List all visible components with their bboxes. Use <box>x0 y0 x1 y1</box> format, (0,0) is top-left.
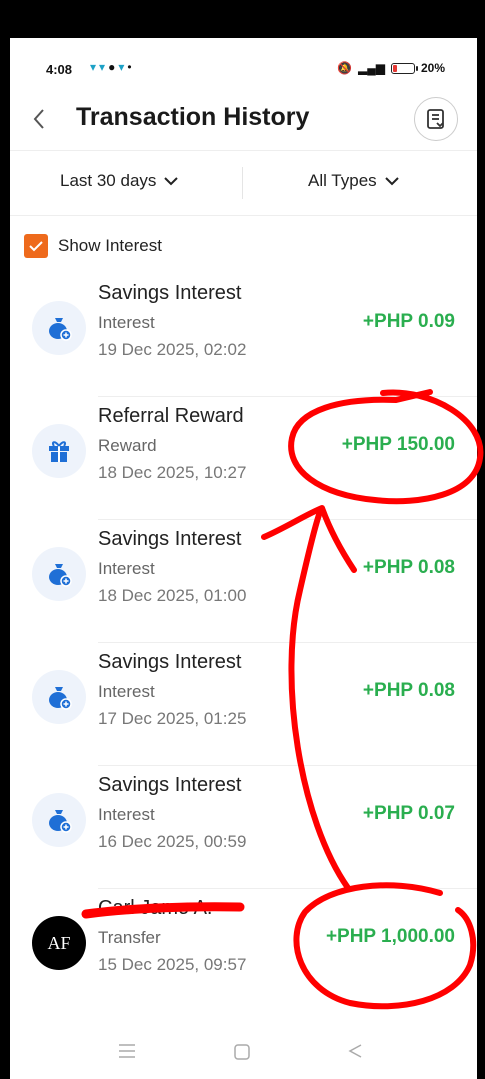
filter-divider <box>242 167 243 199</box>
page-title: Transaction History <box>76 103 310 131</box>
filter-bar: Last 30 days All Types <box>10 150 477 216</box>
chevron-left-icon <box>33 109 44 129</box>
transaction-date: 16 Dec 2025, 00:59 <box>98 832 247 851</box>
transaction-row[interactable]: Savings Interest Interest 19 Dec 2025, 0… <box>10 274 477 397</box>
chevron-down-icon <box>384 177 399 186</box>
transaction-list: Savings Interest Interest 19 Dec 2025, 0… <box>10 274 477 1012</box>
transaction-row[interactable]: AF Carl Jamo A. Transfer 15 Dec 2025, 09… <box>10 889 477 1012</box>
status-right: 🔕 ▂▄▆ 20% <box>337 61 445 75</box>
transaction-type: Reward <box>98 436 157 455</box>
transaction-type: Transfer <box>98 928 161 947</box>
savings-jar-icon <box>32 301 86 355</box>
transaction-name: Savings Interest <box>98 528 242 550</box>
transaction-row[interactable]: Referral Reward Reward 18 Dec 2025, 10:2… <box>10 397 477 520</box>
transaction-name: Savings Interest <box>98 774 242 796</box>
transaction-type: Interest <box>98 559 155 578</box>
transaction-name: Carl Jamo A. <box>98 897 213 919</box>
show-interest-label: Show Interest <box>58 236 162 255</box>
transaction-amount: +PHP 1,000.00 <box>325 926 455 947</box>
battery-percent: 20% <box>420 61 445 75</box>
transaction-amount: +PHP 150.00 <box>341 434 455 455</box>
transaction-type: Interest <box>98 682 155 701</box>
transaction-name: Savings Interest <box>98 282 242 304</box>
transaction-date: 18 Dec 2025, 01:00 <box>98 586 247 605</box>
transaction-date: 18 Dec 2025, 10:27 <box>98 463 247 482</box>
transaction-type: Interest <box>98 805 155 824</box>
home-icon[interactable] <box>234 1044 250 1065</box>
signal-icon: ▂▄▆ <box>358 61 385 75</box>
savings-jar-icon <box>32 793 86 847</box>
avatar: AF <box>32 916 86 970</box>
checkmark-icon <box>29 240 43 251</box>
transaction-amount: +PHP 0.08 <box>362 680 455 701</box>
app-notification-icon: ▾ <box>99 60 109 74</box>
date-range-label: Last 30 days <box>60 171 157 190</box>
statement-icon <box>427 109 444 129</box>
show-interest-toggle[interactable]: Show Interest <box>24 234 162 258</box>
back-button[interactable] <box>32 106 46 137</box>
type-filter-label: All Types <box>308 171 377 190</box>
app-notification-icon: ▾ <box>90 60 100 74</box>
back-icon[interactable] <box>347 1043 363 1064</box>
messenger-icon: ● <box>108 60 119 74</box>
type-filter[interactable]: All Types <box>308 171 399 191</box>
transaction-amount: +PHP 0.08 <box>362 557 455 578</box>
system-nav-bar <box>10 1038 477 1068</box>
app-notification-icon: ▾ <box>118 60 128 74</box>
status-time: 4:08 <box>46 62 73 77</box>
chevron-down-icon <box>164 177 179 186</box>
transaction-amount: +PHP 0.09 <box>362 311 455 332</box>
status-bar: 4:08 ▾▾●▾• 🔕 ▂▄▆ 20% <box>10 38 477 100</box>
battery-icon <box>390 62 418 74</box>
menu-icon[interactable] <box>118 1044 136 1063</box>
transaction-type: Interest <box>98 313 155 332</box>
transaction-date: 15 Dec 2025, 09:57 <box>98 955 247 974</box>
transaction-row[interactable]: Savings Interest Interest 17 Dec 2025, 0… <box>10 643 477 766</box>
statement-button[interactable] <box>414 97 458 141</box>
transaction-name: Savings Interest <box>98 651 242 673</box>
transaction-date: 19 Dec 2025, 02:02 <box>98 340 247 359</box>
app-header: Transaction History <box>10 97 477 150</box>
transaction-date: 17 Dec 2025, 01:25 <box>98 709 247 728</box>
transaction-amount: +PHP 0.07 <box>362 803 455 824</box>
notification-icons: ▾▾●▾• <box>90 60 135 74</box>
savings-jar-icon <box>32 670 86 724</box>
dot-icon: • <box>127 60 135 74</box>
battery-level <box>392 64 398 72</box>
phone-screen: 4:08 ▾▾●▾• 🔕 ▂▄▆ 20% Transaction History… <box>10 38 477 1079</box>
transaction-row[interactable]: Savings Interest Interest 18 Dec 2025, 0… <box>10 520 477 643</box>
show-interest-checkbox[interactable] <box>24 234 48 258</box>
date-range-filter[interactable]: Last 30 days <box>60 171 179 191</box>
transaction-name: Referral Reward <box>98 405 244 427</box>
gift-icon <box>32 424 86 478</box>
savings-jar-icon <box>32 547 86 601</box>
transaction-row[interactable]: Savings Interest Interest 16 Dec 2025, 0… <box>10 766 477 889</box>
mute-icon: 🔕 <box>337 61 352 75</box>
